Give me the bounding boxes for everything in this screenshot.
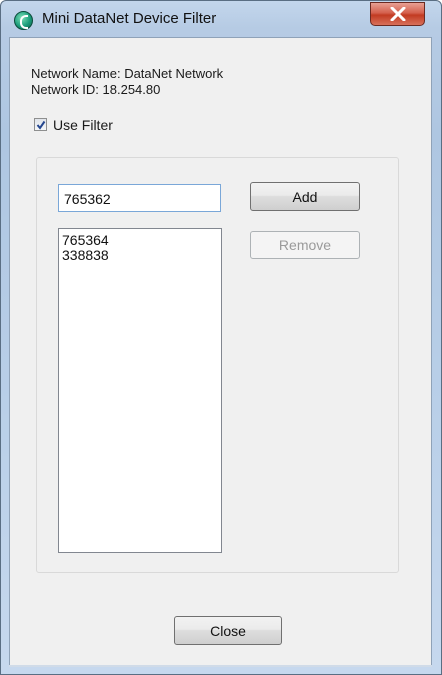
- datanet-app-icon[interactable]: [14, 11, 33, 30]
- list-item[interactable]: 765364: [62, 233, 221, 248]
- window-title: Mini DataNet Device Filter: [42, 10, 217, 27]
- close-x-icon: [390, 7, 406, 21]
- device-id-input[interactable]: [58, 184, 221, 212]
- add-button[interactable]: Add: [250, 182, 360, 211]
- network-name-text: Network Name: DataNet Network: [31, 66, 224, 81]
- close-button[interactable]: Close: [174, 616, 282, 645]
- checkmark-icon: [36, 120, 46, 130]
- close-window-button[interactable]: [370, 2, 425, 26]
- window-bottom-border: [9, 665, 432, 667]
- list-item[interactable]: 338838: [62, 248, 221, 263]
- use-filter-label[interactable]: Use Filter: [53, 117, 113, 133]
- device-list[interactable]: 765364 338838: [58, 228, 222, 553]
- use-filter-checkbox[interactable]: [34, 118, 47, 131]
- title-bar[interactable]: Mini DataNet Device Filter: [1, 1, 441, 37]
- remove-button[interactable]: Remove: [250, 231, 360, 259]
- network-id-text: Network ID: 18.254.80: [31, 82, 161, 97]
